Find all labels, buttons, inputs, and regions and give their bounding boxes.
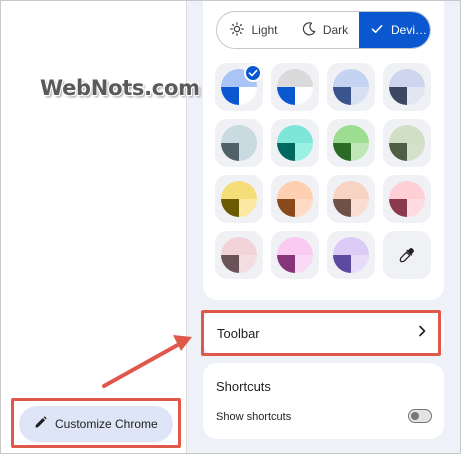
screenshot-frame xyxy=(0,0,461,454)
